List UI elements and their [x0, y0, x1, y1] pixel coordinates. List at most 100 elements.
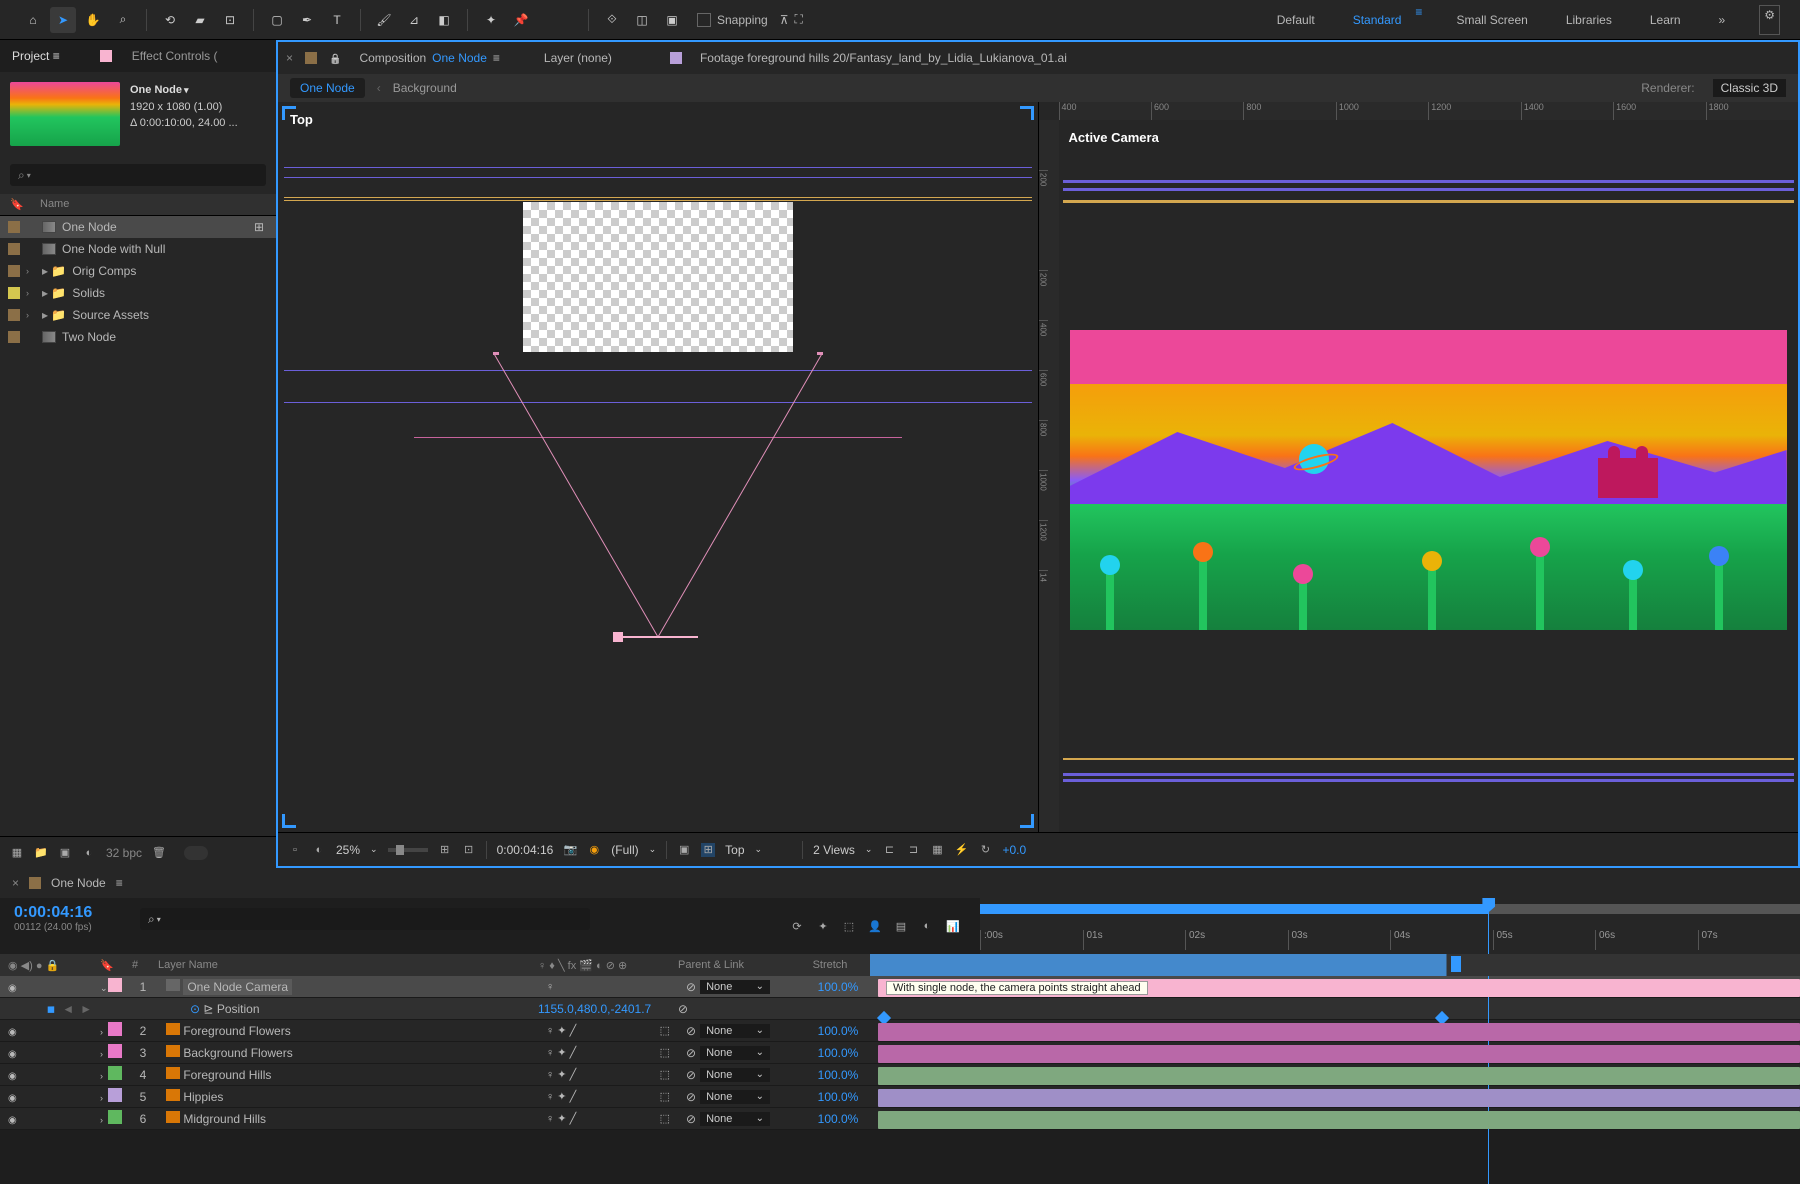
visibility-toggle[interactable]	[8, 1090, 17, 1104]
mag-icon[interactable]: ▫	[288, 843, 302, 857]
ruler-tick[interactable]: 07s	[1698, 930, 1800, 950]
selection-tool-icon[interactable]: ➤	[50, 7, 76, 33]
frame-blend-icon[interactable]: ▤	[894, 919, 908, 933]
tag-header-icon[interactable]: 🔖	[100, 959, 120, 972]
draft3d-icon[interactable]: ✦	[816, 919, 830, 933]
layer-row[interactable]: › 2 Foreground Flowers ♀ ✦ ╱⬚ ⊘None 100.…	[0, 1020, 1800, 1042]
layer-duration-bar[interactable]	[878, 1089, 1800, 1107]
camera-view[interactable]: 40060080010001200140016001800 2002004006…	[1039, 102, 1799, 832]
comp-tab-close-icon[interactable]: ×	[286, 51, 293, 65]
stretch-value[interactable]: 100.0%	[798, 1024, 878, 1038]
project-search-input[interactable]: ⌕▾	[10, 164, 266, 186]
expand-icon[interactable]: ›	[26, 310, 36, 320]
layer-switches[interactable]: ♀ ✦ ╱⬚	[538, 1112, 678, 1125]
view1-icon[interactable]: ⊏	[882, 843, 896, 857]
view-mode-dropdown[interactable]: Top	[725, 843, 744, 857]
puppet-tool-icon[interactable]: 📌	[508, 7, 534, 33]
visibility-toggle[interactable]	[8, 1046, 17, 1060]
link-icon[interactable]: ⊘	[678, 1002, 688, 1016]
interpret-icon[interactable]: ▦	[10, 846, 24, 860]
bpc-icon[interactable]: ◐	[82, 846, 96, 860]
res-icon[interactable]: ◐	[312, 843, 326, 857]
ruler-tick[interactable]: 05s	[1493, 930, 1596, 950]
toggle-switch[interactable]	[184, 846, 208, 860]
graph-icon[interactable]: ⊵	[203, 1002, 213, 1016]
ruler-tick[interactable]: 03s	[1288, 930, 1391, 950]
pixel-icon[interactable]: ▦	[930, 843, 944, 857]
workspace-libraries[interactable]: Libraries	[1562, 5, 1616, 35]
stretch-value[interactable]: 100.0%	[798, 1090, 878, 1104]
grid-icon[interactable]: ⊡	[462, 843, 476, 857]
project-item[interactable]: › ▸ 📁 Solids	[0, 282, 276, 304]
property-row[interactable]: ◆◄► ⊙ ⊵ Position 1155.0,480.0,-2401.7 ⊘	[0, 998, 1800, 1020]
region-icon[interactable]: ▣	[677, 843, 691, 857]
axis-view-icon[interactable]: ▣	[659, 7, 685, 33]
layer-switches[interactable]: ♀ ✦ ╱⬚	[538, 1046, 678, 1059]
snap-expand-icon[interactable]: ⛶	[795, 12, 803, 27]
num-header[interactable]: #	[120, 959, 150, 971]
bpc-label[interactable]: 32 bpc	[106, 846, 142, 860]
stretch-value[interactable]: 100.0%	[798, 1068, 878, 1082]
name-column-header[interactable]: Name	[40, 198, 69, 211]
timeline-ruler[interactable]: :00s01s02s03s04s05s06s07s	[980, 898, 1800, 954]
layer-tag[interactable]	[108, 1044, 122, 1058]
ruler-tick[interactable]: :00s	[980, 930, 1083, 950]
ruler-tick[interactable]: 04s	[1390, 930, 1493, 950]
workspace-standard[interactable]: Standard	[1349, 5, 1406, 35]
timeline-tab[interactable]: One Node	[51, 876, 106, 890]
snapping-toggle[interactable]: Snapping ⊼ ⛶	[697, 12, 803, 27]
current-time[interactable]: 0:00:04:16	[497, 843, 554, 857]
layer-switches[interactable]: ♀ ✦ ╱⬚	[538, 1024, 678, 1037]
layer-tag[interactable]	[108, 1110, 122, 1124]
expand-layer-icon[interactable]: ›	[100, 1049, 103, 1059]
ruler-tick[interactable]: 01s	[1083, 930, 1186, 950]
delete-icon[interactable]: 🗑	[152, 846, 166, 860]
transparency-icon[interactable]: ⊞	[701, 843, 715, 857]
shy-icon[interactable]: 👤	[868, 919, 882, 933]
snapshot-icon[interactable]: 📷	[563, 843, 577, 857]
parent-dropdown[interactable]: None	[700, 1068, 770, 1082]
visibility-toggle[interactable]	[8, 1068, 17, 1082]
flowchart-icon[interactable]: ⊞	[254, 220, 264, 234]
effect-controls-tab[interactable]: Effect Controls (	[124, 43, 226, 69]
stretch-value[interactable]: 100.0%	[798, 1112, 878, 1126]
ruler-tick[interactable]: 06s	[1595, 930, 1698, 950]
fast-preview-icon[interactable]: ⚡	[954, 843, 968, 857]
comp-name-dropdown[interactable]: One Node	[130, 82, 238, 99]
layer-tag[interactable]	[108, 1088, 122, 1102]
expand-layer-icon[interactable]: ›	[100, 1071, 103, 1081]
playhead[interactable]	[1488, 898, 1489, 1184]
graph-editor-icon[interactable]: 📊	[946, 919, 960, 933]
project-item[interactable]: Two Node	[0, 326, 276, 348]
lock-icon[interactable]	[329, 51, 341, 65]
breadcrumb-parent[interactable]: Background	[393, 81, 457, 95]
expand-layer-icon[interactable]: ›	[100, 1027, 103, 1037]
expand-layer-icon[interactable]: ›	[100, 1093, 103, 1103]
camera-tool-icon[interactable]: ▰	[187, 7, 213, 33]
expand-icon[interactable]: ›	[26, 266, 36, 276]
workspace-overflow-icon[interactable]: »	[1715, 5, 1730, 35]
tag-column-icon[interactable]: 🔖	[10, 198, 40, 211]
axis-local-icon[interactable]: ⟐	[599, 7, 625, 33]
parent-dropdown[interactable]: None	[700, 1112, 770, 1126]
text-tool-icon[interactable]: T	[324, 7, 350, 33]
layer-duration-bar[interactable]	[878, 1023, 1800, 1041]
layer-row[interactable]: › 4 Foreground Hills ♀ ✦ ╱⬚ ⊘None 100.0%	[0, 1064, 1800, 1086]
layer-duration-bar[interactable]	[878, 1111, 1800, 1129]
eraser-tool-icon[interactable]: ◧	[431, 7, 457, 33]
safe-zones-icon[interactable]: ⊞	[438, 843, 452, 857]
comp-mini-icon[interactable]: ⟳	[790, 919, 804, 933]
layer-row[interactable]: › 5 Hippies ♀ ✦ ╱⬚ ⊘None 100.0%	[0, 1086, 1800, 1108]
zoom-slider[interactable]	[388, 848, 428, 852]
roto-tool-icon[interactable]: ✦	[478, 7, 504, 33]
rectangle-tool-icon[interactable]: ▢	[264, 7, 290, 33]
layer-tag[interactable]	[108, 1066, 122, 1080]
stopwatch-icon[interactable]: ⊙	[190, 1002, 200, 1016]
project-item[interactable]: One Node with Null	[0, 238, 276, 260]
orbit-tool-icon[interactable]: ⟲	[157, 7, 183, 33]
name-header[interactable]: Layer Name	[150, 959, 530, 971]
visibility-toggle[interactable]	[8, 980, 17, 994]
layer-row[interactable]: › 6 Midground Hills ♀ ✦ ╱⬚ ⊘None 100.0%	[0, 1108, 1800, 1130]
visibility-toggle[interactable]	[8, 1112, 17, 1126]
breadcrumb-current[interactable]: One Node	[290, 78, 365, 98]
